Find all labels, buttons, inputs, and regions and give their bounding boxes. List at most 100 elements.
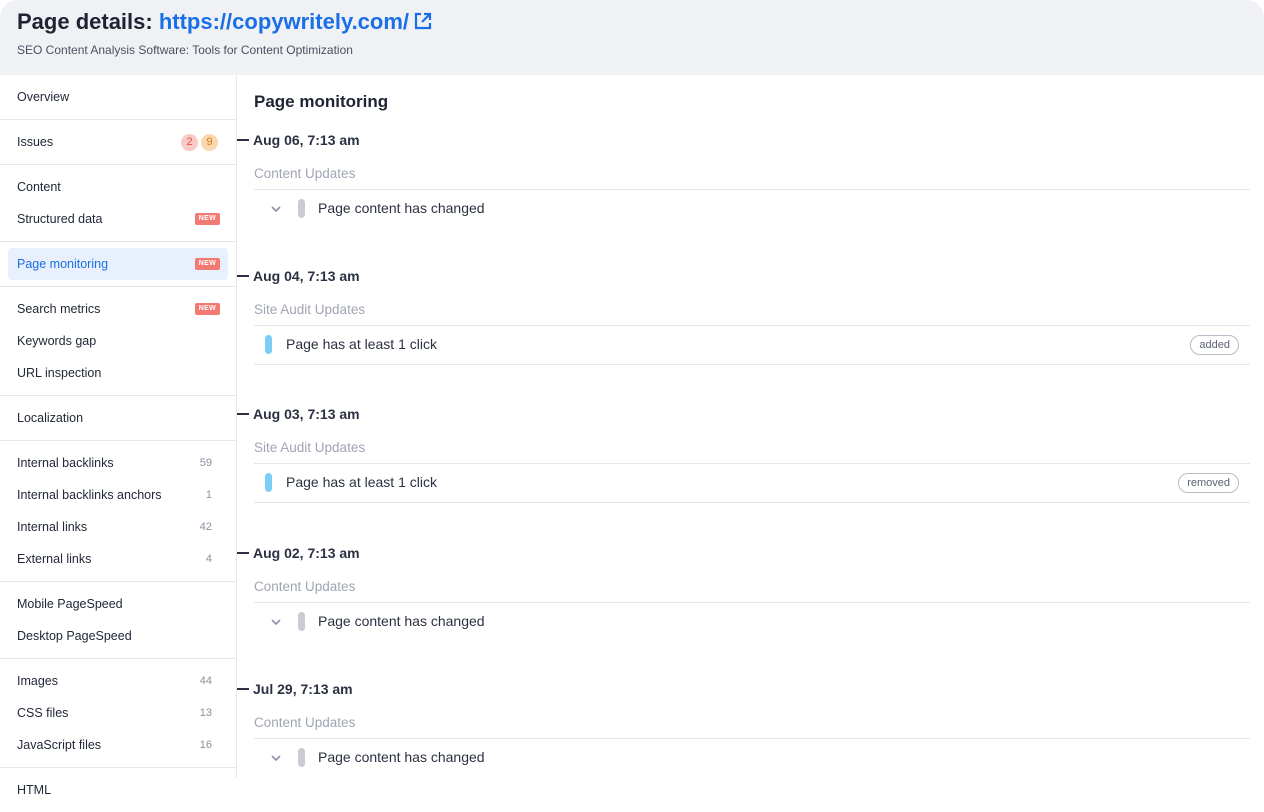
sidebar-item-search-metrics[interactable]: Search metrics NEW: [0, 293, 236, 325]
sidebar-item-label: Page monitoring: [17, 257, 109, 271]
entry-type: Content Updates: [254, 715, 356, 730]
sidebar-item-page-monitoring[interactable]: Page monitoring NEW: [8, 248, 228, 280]
entry-type: Site Audit Updates: [254, 302, 366, 317]
change-indicator: [265, 473, 272, 492]
sidebar-item-internal-backlinks[interactable]: Internal backlinks 59: [0, 447, 236, 479]
change-indicator: [298, 199, 305, 218]
item-count: 13: [199, 707, 212, 719]
sidebar-item-internal-links[interactable]: Internal links 42: [0, 511, 236, 543]
sidebar-item-issues[interactable]: Issues 2 9: [0, 126, 236, 158]
sidebar-item-label: Search metrics: [17, 302, 101, 316]
sidebar-item-label: URL inspection: [17, 366, 102, 380]
issue-count-errors: 2: [181, 134, 198, 151]
entry-date: Aug 03, 7:13 am: [237, 406, 360, 422]
chevron-down-icon[interactable]: [270, 615, 282, 633]
nav-group-monitoring: Page monitoring NEW: [0, 242, 236, 287]
timeline-dash: [237, 688, 249, 690]
entry-type: Content Updates: [254, 166, 356, 181]
entry-date: Aug 06, 7:13 am: [237, 132, 360, 148]
sidebar-item-javascript-files[interactable]: JavaScript files 16: [0, 729, 236, 761]
nav-group-overview: Overview: [0, 75, 236, 120]
change-row[interactable]: Page content has changed: [254, 602, 1250, 641]
sidebar-item-localization[interactable]: Localization: [0, 402, 236, 434]
page-url-link[interactable]: https://copywritely.com/: [159, 9, 409, 34]
nav-group-issues: Issues 2 9: [0, 120, 236, 165]
sidebar-item-css-files[interactable]: CSS files 13: [0, 697, 236, 729]
sidebar-item-label: Desktop PageSpeed: [17, 629, 132, 643]
sidebar-item-structured-data[interactable]: Structured data NEW: [0, 203, 236, 235]
timeline-dash: [237, 139, 249, 141]
sidebar-item-label: HTML: [17, 783, 52, 797]
sidebar-item-label: Keywords gap: [17, 334, 97, 348]
sidebar-item-desktop-pagespeed[interactable]: Desktop PageSpeed: [0, 620, 236, 652]
change-row: Page has at least 1 click added: [254, 325, 1250, 365]
page-title-prefix: Page details:: [17, 9, 153, 34]
sidebar-item-keywords-gap[interactable]: Keywords gap: [0, 325, 236, 357]
entry-date: Aug 02, 7:13 am: [237, 545, 360, 561]
entry-date-text: Aug 06, 7:13 am: [253, 132, 360, 148]
item-count: 16: [199, 739, 212, 751]
chevron-down-icon[interactable]: [270, 202, 282, 220]
entry-date: Aug 04, 7:13 am: [237, 268, 360, 284]
section-title: Page monitoring: [254, 92, 389, 111]
item-count: 59: [199, 457, 212, 469]
page-subtitle: SEO Content Analysis Software: Tools for…: [17, 43, 353, 57]
sidebar-item-label: Internal backlinks anchors: [17, 488, 162, 502]
sidebar-item-overview[interactable]: Overview: [0, 81, 236, 113]
status-badge: removed: [1178, 473, 1239, 493]
change-indicator: [298, 748, 305, 767]
status-badge: added: [1190, 335, 1239, 355]
timeline-dash: [237, 275, 249, 277]
sidebar-item-url-inspection[interactable]: URL inspection: [0, 357, 236, 389]
item-count: 44: [199, 675, 212, 687]
new-badge: NEW: [194, 303, 220, 315]
change-text: Page has at least 1 click: [286, 474, 437, 490]
entry-type: Site Audit Updates: [254, 440, 366, 455]
nav-group-pagespeed: Mobile PageSpeed Desktop PageSpeed: [0, 582, 236, 659]
external-link-icon[interactable]: [413, 11, 433, 37]
page-header: Page details: https://copywritely.com/ S…: [0, 0, 1264, 75]
sidebar-item-label: Internal links: [17, 520, 88, 534]
entry-date-text: Aug 03, 7:13 am: [253, 406, 360, 422]
change-row[interactable]: Page content has changed: [254, 738, 1250, 777]
new-badge: NEW: [194, 213, 220, 225]
nav-group-localization: Localization: [0, 396, 236, 441]
entry-date: Jul 29, 7:13 am: [237, 681, 353, 697]
timeline-dash: [237, 413, 249, 415]
sidebar-item-label: External links: [17, 552, 92, 566]
change-indicator: [265, 335, 272, 354]
entry-date-text: Aug 02, 7:13 am: [253, 545, 360, 561]
issue-count-warnings: 9: [201, 134, 218, 151]
change-text: Page has at least 1 click: [286, 336, 437, 352]
main-content: Page monitoring Aug 06, 7:13 am Content …: [237, 75, 1264, 778]
sidebar-item-mobile-pagespeed[interactable]: Mobile PageSpeed: [0, 588, 236, 620]
sidebar-item-external-links[interactable]: External links 4: [0, 543, 236, 575]
change-text: Page content has changed: [318, 200, 485, 216]
nav-group-html: HTML: [0, 768, 236, 812]
sidebar-item-label: Internal backlinks: [17, 456, 114, 470]
chevron-down-icon[interactable]: [270, 751, 282, 769]
sidebar-item-label: JavaScript files: [17, 738, 102, 752]
sidebar-item-content[interactable]: Content: [0, 171, 236, 203]
change-indicator: [298, 612, 305, 631]
issue-badges: 2 9: [181, 134, 218, 151]
nav-group-links: Internal backlinks 59 Internal backlinks …: [0, 441, 236, 582]
sidebar-item-label: CSS files: [17, 706, 69, 720]
item-count: 1: [205, 489, 212, 501]
sidebar-item-internal-backlinks-anchors[interactable]: Internal backlinks anchors 1: [0, 479, 236, 511]
change-text: Page content has changed: [318, 613, 485, 629]
sidebar-item-label: Localization: [17, 411, 84, 425]
entry-date-text: Aug 04, 7:13 am: [253, 268, 360, 284]
sidebar-item-images[interactable]: Images 44: [0, 665, 236, 697]
sidebar-item-label: Content: [17, 180, 61, 194]
page-title: Page details: https://copywritely.com/: [17, 9, 433, 37]
sidebar-item-label: Images: [17, 674, 58, 688]
sidebar-item-label: Mobile PageSpeed: [17, 597, 123, 611]
item-count: 42: [199, 521, 212, 533]
sidebar: Overview Issues 2 9 Content Structured d…: [0, 75, 237, 797]
nav-group-resources: Images 44 CSS files 13 JavaScript files 16: [0, 659, 236, 768]
nav-group-content: Content Structured data NEW: [0, 165, 236, 242]
sidebar-item-html[interactable]: HTML: [0, 774, 236, 806]
change-row[interactable]: Page content has changed: [254, 189, 1250, 228]
entry-date-text: Jul 29, 7:13 am: [253, 681, 353, 697]
